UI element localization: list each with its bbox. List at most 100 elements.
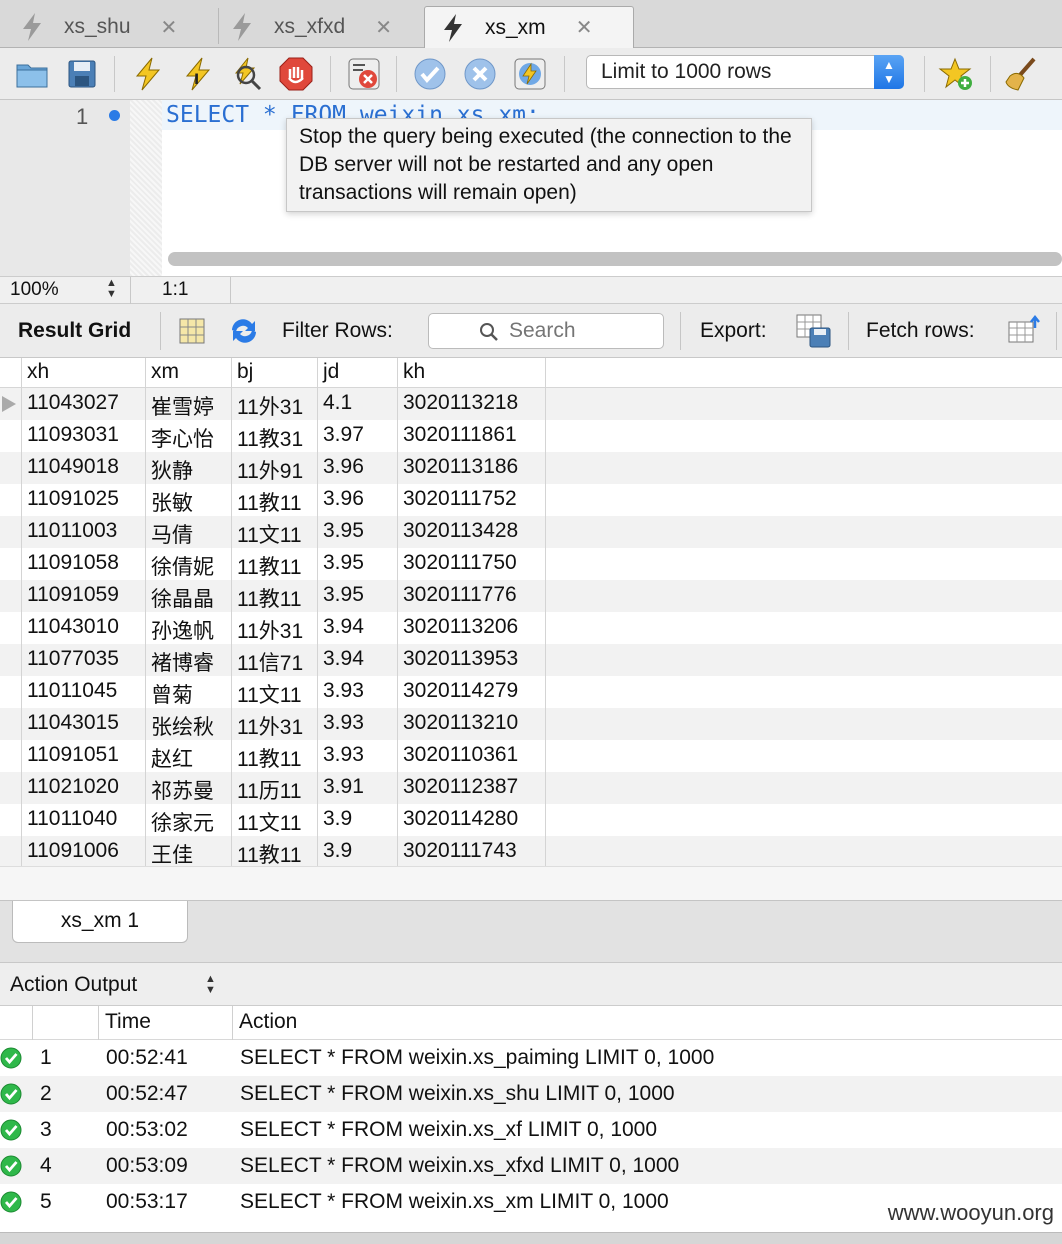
refresh-icon[interactable] [228,316,260,346]
column-header[interactable]: jd [318,358,398,388]
cell-bj[interactable]: 11外31 [232,388,318,420]
row-header[interactable] [0,612,22,644]
row-header[interactable] [0,804,22,836]
cell-bj[interactable]: 11文11 [232,516,318,548]
search-input[interactable] [509,318,659,344]
cell-bj[interactable]: 11信71 [232,644,318,676]
cell-xh[interactable]: 11091051 [22,740,146,772]
cell-xh[interactable]: 11043010 [22,612,146,644]
cell-kh[interactable]: 3020111743 [398,836,546,868]
explain-icon[interactable] [228,56,264,92]
filter-search-box[interactable] [428,313,664,349]
cell-xm[interactable]: 孙逸帆 [146,612,232,644]
cell-xm[interactable]: 徐家元 [146,804,232,836]
cell-xh[interactable]: 11091006 [22,836,146,868]
cell-jd[interactable]: 3.94 [318,612,398,644]
cell-xm[interactable]: 马倩 [146,516,232,548]
cell-xm[interactable]: 褚博睿 [146,644,232,676]
row-header[interactable] [0,452,22,484]
row-header[interactable] [0,836,22,868]
cell-kh[interactable]: 3020111752 [398,484,546,516]
action-output-title[interactable]: Action Output [10,973,137,997]
cell-jd[interactable]: 3.95 [318,548,398,580]
table-row[interactable]: 11091025 张敏 11教11 3.96 3020111752 [0,484,1062,516]
autocommit-icon[interactable] [512,56,548,92]
cell-jd[interactable]: 3.91 [318,772,398,804]
cell-jd[interactable]: 3.95 [318,516,398,548]
grid-view-icon[interactable] [178,317,206,345]
row-header[interactable] [0,740,22,772]
cell-xh[interactable]: 11011045 [22,676,146,708]
cell-jd[interactable]: 3.93 [318,676,398,708]
export-icon[interactable] [796,314,832,348]
cell-xm[interactable]: 赵红 [146,740,232,772]
table-row[interactable]: 11043027 崔雪婷 11外31 4.1 3020113218 [0,388,1062,420]
cell-kh[interactable]: 3020114280 [398,804,546,836]
cell-xh[interactable]: 11011040 [22,804,146,836]
cell-jd[interactable]: 3.93 [318,708,398,740]
cell-bj[interactable]: 11教11 [232,740,318,772]
row-header[interactable] [0,676,22,708]
cell-xh[interactable]: 11021020 [22,772,146,804]
row-header[interactable] [0,516,22,548]
zoom-stepper-icon[interactable]: ▲ ▼ [106,278,117,300]
column-header[interactable]: Action [232,1006,1062,1040]
cell-jd[interactable]: 3.93 [318,740,398,772]
table-row[interactable]: 11091006 王佳 11教11 3.9 3020111743 [0,836,1062,868]
cell-jd[interactable]: 3.95 [318,580,398,612]
cell-xh[interactable]: 11043015 [22,708,146,740]
result-grid[interactable]: xh xm bj jd kh 11043027 崔雪婷 11外31 4.1 302011… [0,358,1062,868]
cell-xh[interactable]: 11093031 [22,420,146,452]
cell-kh[interactable]: 3020113428 [398,516,546,548]
column-header[interactable]: bj [232,358,318,388]
cell-xm[interactable]: 狄静 [146,452,232,484]
row-header[interactable] [0,644,22,676]
cell-jd[interactable]: 4.1 [318,388,398,420]
close-icon[interactable]: ✕ [576,15,593,40]
tab-xs-xm[interactable]: xs_xm ✕ [424,6,634,48]
add-snippet-icon[interactable] [938,56,974,92]
horizontal-scrollbar[interactable] [168,252,1062,266]
cell-xm[interactable]: 徐倩妮 [146,548,232,580]
cell-bj[interactable]: 11文11 [232,804,318,836]
cell-bj[interactable]: 11历11 [232,772,318,804]
execute-current-icon[interactable]: I [180,56,216,92]
cell-kh[interactable]: 3020113953 [398,644,546,676]
table-row[interactable]: 11093031 李心怡 11教31 3.97 3020111861 [0,420,1062,452]
tab-xs-xfxd[interactable]: xs_xfxd ✕ [230,6,392,48]
result-tab[interactable]: xs_xm 1 [12,901,188,943]
table-row[interactable]: 11011045 曾菊 11文11 3.93 3020114279 [0,676,1062,708]
cell-bj[interactable]: 11教11 [232,836,318,868]
toggle-error-icon[interactable] [346,56,382,92]
table-row[interactable]: 11011040 徐家元 11文11 3.9 3020114280 [0,804,1062,836]
stop-icon[interactable] [278,56,314,92]
save-icon[interactable] [64,56,100,92]
cell-xm[interactable]: 王佳 [146,836,232,868]
cell-xm[interactable]: 徐晶晶 [146,580,232,612]
table-row[interactable]: 11011003 马倩 11文11 3.95 3020113428 [0,516,1062,548]
cell-xm[interactable]: 曾菊 [146,676,232,708]
cell-jd[interactable]: 3.9 [318,804,398,836]
row-header[interactable] [0,420,22,452]
table-row[interactable]: 11021020 祁苏曼 11历11 3.91 3020112387 [0,772,1062,804]
cell-xm[interactable]: 张绘秋 [146,708,232,740]
tab-xs-shu[interactable]: xs_shu ✕ [20,6,177,48]
table-row[interactable]: 11049018 狄静 11外91 3.96 3020113186 [0,452,1062,484]
table-row[interactable]: 11077035 褚博睿 11信71 3.94 3020113953 [0,644,1062,676]
column-header[interactable]: Time [98,1006,232,1040]
table-row[interactable]: 11091051 赵红 11教11 3.93 3020110361 [0,740,1062,772]
cell-bj[interactable]: 11外31 [232,612,318,644]
cell-kh[interactable]: 3020110361 [398,740,546,772]
row-header[interactable] [0,772,22,804]
cell-kh[interactable]: 3020111861 [398,420,546,452]
close-icon[interactable]: ✕ [375,15,392,40]
action-output-row[interactable]: 1 00:52:41 SELECT * FROM weixin.xs_paiming… [0,1040,1062,1076]
cell-bj[interactable]: 11教11 [232,580,318,612]
cell-kh[interactable]: 3020113186 [398,452,546,484]
output-selector-icon[interactable]: ▲ ▼ [205,974,216,996]
row-header[interactable] [0,388,22,420]
column-header[interactable]: xm [146,358,232,388]
zoom-level[interactable]: 100% [10,279,59,301]
cell-kh[interactable]: 3020111776 [398,580,546,612]
row-header[interactable] [0,708,22,740]
